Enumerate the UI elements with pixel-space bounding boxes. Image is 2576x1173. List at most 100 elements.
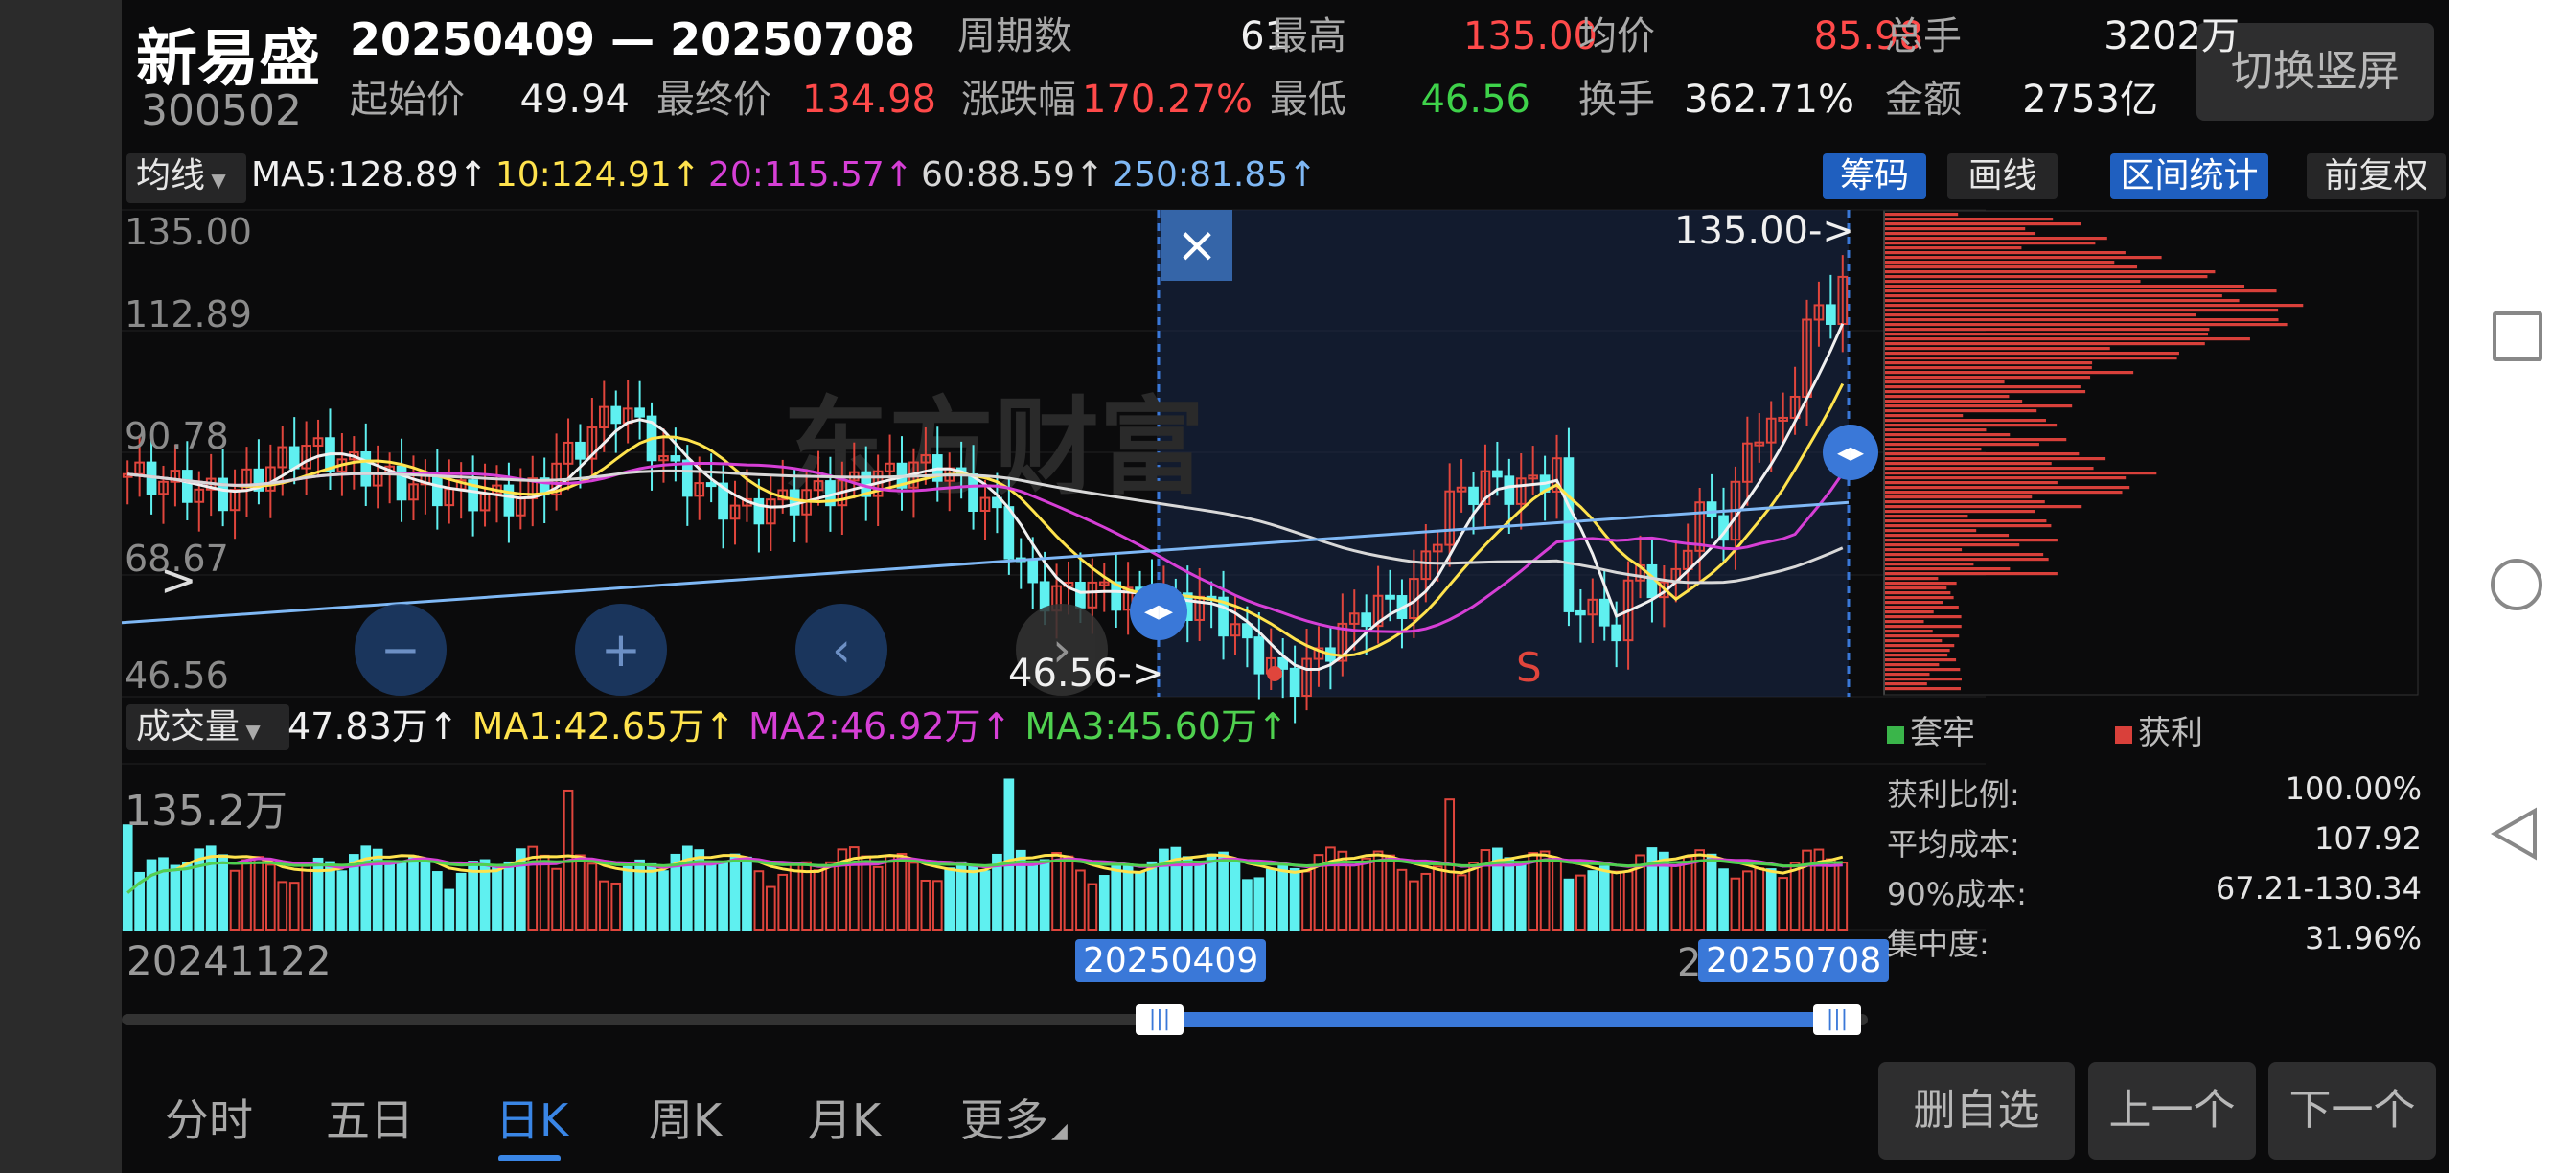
stock-chart-screen: 新易盛 300502 20250409 — 20250708 切换竖屏 均线 ▼… [122, 0, 2449, 1173]
chart-tool-button[interactable]: 前复权 [2307, 153, 2446, 199]
candle-body [1563, 457, 1575, 612]
volume-bar [1242, 879, 1253, 932]
chip-bar [1885, 481, 2058, 485]
ma-value: 20:115.57↑ [707, 155, 914, 195]
candle-body [503, 484, 515, 517]
chip-bar [1885, 419, 2046, 423]
chip-bar [1885, 424, 2058, 427]
chart-tool-button[interactable]: 筹码 [1823, 153, 1926, 199]
volume-bar [1348, 863, 1360, 932]
range-end-label[interactable]: 20250708 [1698, 939, 1890, 982]
volume-bar [1622, 870, 1634, 931]
volume-bar [777, 873, 789, 932]
range-start-label[interactable]: 20250409 [1075, 939, 1267, 982]
chip-bar [1885, 567, 2011, 571]
period-tab[interactable]: 分时 [165, 1086, 253, 1149]
volume-bar [1539, 850, 1551, 931]
zoom-out-button[interactable]: − [355, 604, 447, 696]
ma-selector[interactable]: 均线 ▼ [126, 153, 246, 203]
chip-bar [1885, 529, 1977, 533]
candle-body [670, 455, 681, 462]
volume-ma-value: 47.83万↑ [288, 705, 459, 748]
stat-label: 涨跌幅 [961, 78, 1076, 122]
chart-tool-button[interactable]: 区间统计 [2110, 153, 2268, 199]
volume-bar [1456, 874, 1467, 931]
chip-bar [1885, 414, 1964, 418]
home-button[interactable] [2491, 559, 2542, 610]
volume-bar [146, 859, 157, 931]
candle-body [1277, 656, 1289, 670]
action-button[interactable]: 下一个 [2268, 1062, 2436, 1160]
chip-bar [1885, 390, 2086, 394]
stat-label: 金额 [1885, 78, 1962, 122]
chip-bar [1885, 654, 1948, 657]
chip-bar [1885, 356, 2177, 360]
volume-bar [1098, 875, 1110, 931]
chip-bar [1885, 610, 1934, 614]
selection-start-handle[interactable]: ◂▸ [1130, 583, 1187, 640]
chart-tool-button[interactable]: 画线 [1947, 153, 2058, 199]
volume-selector[interactable]: 成交量 ▼ [126, 704, 289, 750]
volume-bar [503, 861, 515, 931]
back-button[interactable] [2487, 805, 2544, 862]
chip-bar [1885, 404, 2073, 408]
volume-ma-value: MA2:46.92万↑ [748, 705, 1012, 748]
chip-bar [1885, 361, 2093, 365]
volume-bar [1027, 862, 1039, 931]
chip-stat-label: 平均成本: [1887, 826, 2020, 862]
volume-bar [301, 864, 311, 931]
chip-bar [1885, 663, 1940, 667]
range-start-thumb[interactable]: ||| [1136, 1004, 1184, 1035]
scroll-left-button[interactable]: ‹ [795, 604, 887, 696]
chip-bar [1885, 294, 2222, 298]
chip-bar [1885, 634, 1960, 638]
chip-bar [1885, 395, 2010, 399]
chip-bar [1885, 352, 2179, 356]
price-axis-label: 46.56 [125, 655, 229, 697]
stat-value: 49.94 [519, 78, 630, 122]
chip-bar [1885, 318, 2279, 322]
ma-values: MA5:128.89↑ 10:124.91↑ 20:115.57↑ 60:88.59↑… [251, 152, 1324, 198]
stat-label: 起始价 [350, 78, 465, 122]
chip-bar [1885, 261, 2115, 264]
action-button[interactable]: 上一个 [2088, 1062, 2256, 1160]
period-tab[interactable]: 五日 [326, 1086, 414, 1149]
chip-stat-value: 100.00% [2285, 770, 2422, 807]
selection-end-handle[interactable]: ◂▸ [1823, 425, 1878, 480]
chip-bar [1885, 333, 2209, 336]
ma-value: 250:81.85↑ [1112, 155, 1318, 195]
volume-bar [325, 861, 335, 932]
period-tab[interactable]: 更多 [960, 1086, 1048, 1149]
volume-bar [1528, 852, 1539, 931]
volume-bar [1837, 862, 1849, 932]
chip-bar [1885, 452, 2080, 456]
legend-label: 套牢 [1910, 714, 1975, 752]
volume-bar [242, 859, 252, 932]
candle-body [1075, 581, 1086, 609]
volume-bar [1385, 854, 1395, 932]
legend-label: 获利 [2138, 714, 2203, 752]
chip-bar [1885, 433, 2011, 437]
volume-bar [1087, 883, 1098, 931]
period-tab[interactable]: 日K [495, 1086, 568, 1149]
chip-bar [1885, 510, 2036, 514]
period-tab[interactable]: 周K [649, 1086, 722, 1149]
timeline-selection[interactable] [1162, 1012, 1840, 1027]
volume-bar [753, 870, 765, 932]
volume-bar [1146, 861, 1158, 931]
close-selection-button[interactable]: × [1162, 210, 1232, 281]
recent-apps-button[interactable] [2493, 311, 2542, 361]
volume-bar [1206, 853, 1217, 931]
chip-bar [1885, 543, 2020, 547]
action-button[interactable]: 删自选 [1878, 1062, 2075, 1160]
period-tab[interactable]: 月K [808, 1086, 881, 1149]
volume-bar [420, 858, 431, 931]
chip-bar [1885, 342, 2205, 346]
volume-bar [170, 864, 181, 932]
chip-stat-label: 90%成本: [1887, 876, 2027, 912]
volume-bar [264, 863, 276, 931]
zoom-in-button[interactable]: + [575, 604, 667, 696]
volume-bar [1122, 863, 1134, 932]
range-end-thumb[interactable]: ||| [1813, 1004, 1861, 1035]
chip-stat-value: 31.96% [2304, 920, 2422, 956]
